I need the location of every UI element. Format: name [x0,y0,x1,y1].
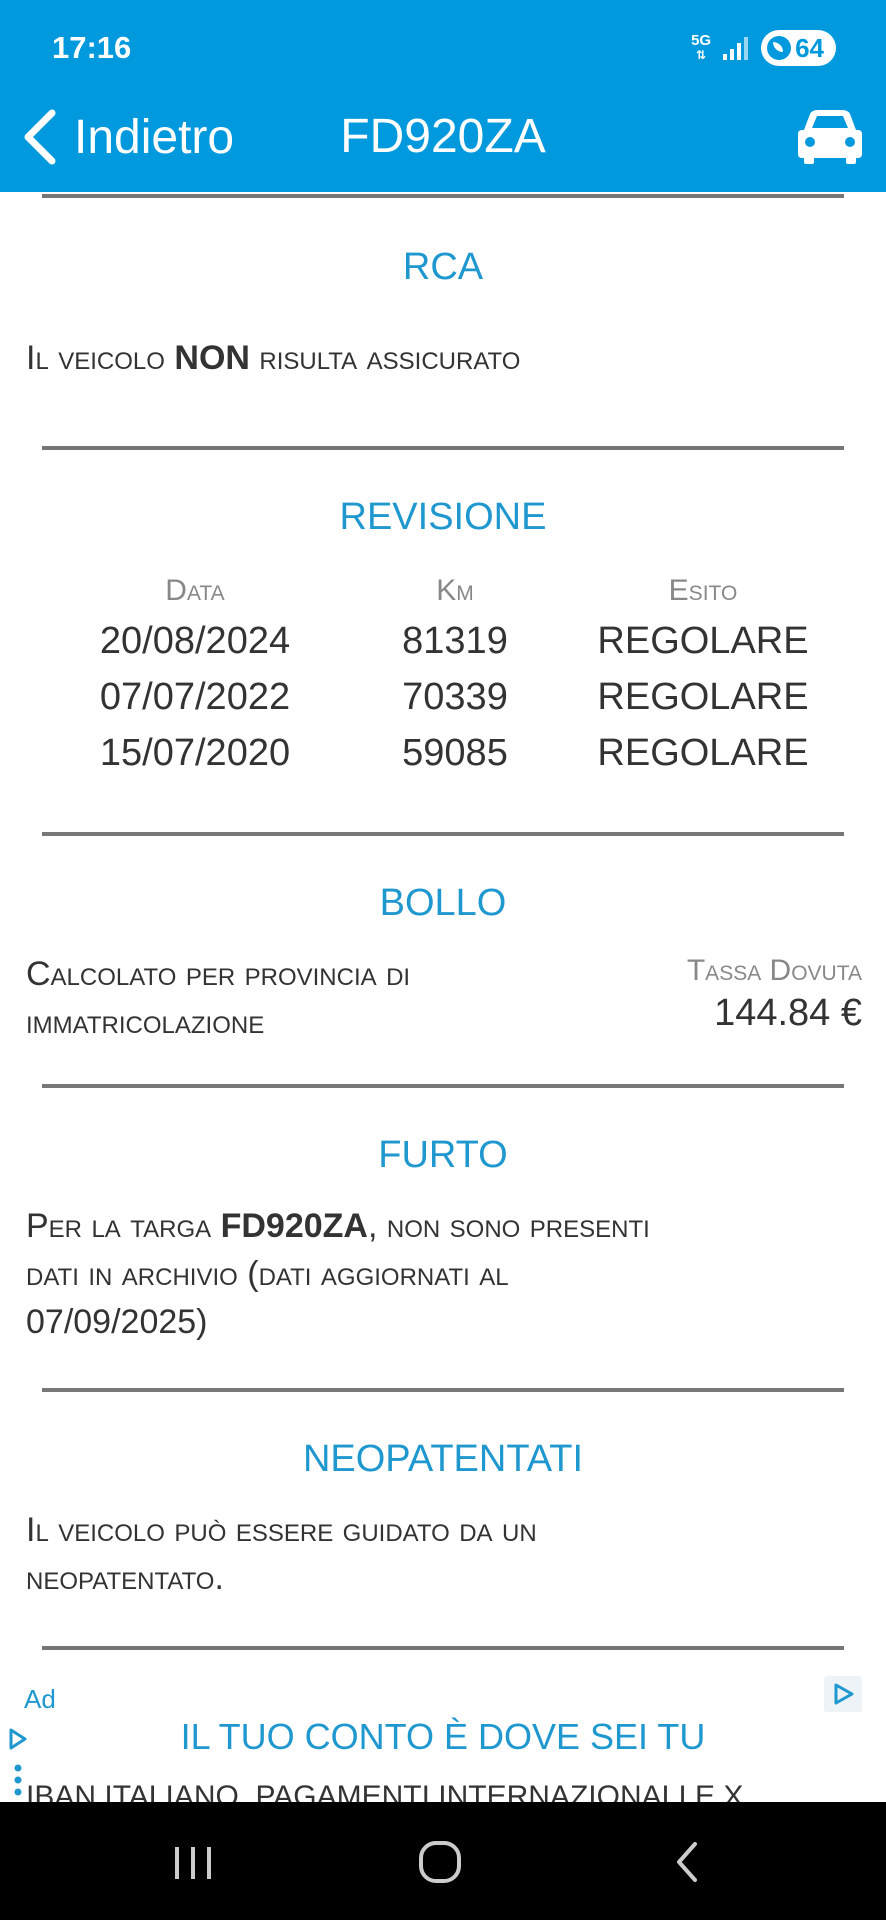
car-icon[interactable] [796,106,864,166]
revisione-esito: REGOLARE [597,676,809,718]
revisione-date: 15/07/2020 [99,732,291,774]
ad-title[interactable]: IL TUO CONTO È DOVE SEI TU [0,1716,886,1758]
back-label: Indietro [74,110,235,164]
tax-value: 144.84 € [714,992,862,1034]
furto-text-after: , non sono presenti [367,1207,650,1245]
section-title-neopatentati: NEOPATENTATI [302,1438,584,1480]
section-title-rca: RCA [402,246,484,288]
furto-plate: FD920ZA [220,1207,368,1245]
table-row: 15/07/2020 59085 REGOLARE [0,732,886,782]
revisione-esito: REGOLARE [597,620,809,662]
ad-choices-icon[interactable] [824,1676,862,1712]
signal-icon [723,37,749,60]
neopatentati-description: Il veicolo può essere guidato da un neop… [26,1506,866,1602]
tax-label: Tassa Dovuta [686,954,862,987]
furto-text-before: Per la targa [26,1207,221,1245]
rca-status-text: Il veicolo NON risulta assicurato [26,334,520,382]
vehicle-report: RCA Il veicolo NON risulta assicurato RE… [0,192,886,1800]
app-header: 17:16 5G ⇅ 64 Indietro FD920ZA [0,0,886,192]
revisione-date: 20/08/2024 [99,620,291,662]
network-5g-icon: 5G ⇅ [691,32,712,62]
rca-text-before: Il veicolo [26,339,175,377]
table-row: 07/07/2022 70339 REGOLARE [0,676,886,726]
revisione-esito: REGOLARE [597,732,809,774]
furto-text-line3: 07/09/2025) [26,1303,208,1341]
section-title-bollo: BOLLO [379,882,507,924]
neopatentati-text-line1: Il veicolo può essere guidato da un [26,1511,537,1549]
section-divider [42,832,844,836]
revisione-table-header: Data Km Esito [0,574,886,624]
column-header-data: Data [165,574,225,607]
bollo-description: Calcolato per provincia di immatricolazi… [26,950,546,1046]
back-nav-icon[interactable] [643,1832,733,1892]
bollo-text-line1: Calcolato per provincia di [26,955,411,993]
ad-label: Ad [24,1684,56,1714]
ad-subtitle: IBAN ITALIANO, PAGAMENTI INTERNAZIONALI … [26,1780,744,1802]
chevron-left-icon [24,109,56,165]
system-nav-bar [0,1802,886,1920]
revisione-date: 07/07/2022 [99,676,291,718]
section-divider [42,194,844,198]
section-divider [42,1646,844,1650]
home-icon[interactable] [395,1832,485,1892]
battery-saver-icon [767,36,792,60]
back-button[interactable]: Indietro [18,104,234,170]
section-divider [42,446,844,450]
status-icons: 5G ⇅ 64 [691,30,836,66]
section-title-revisione: REVISIONE [339,496,547,538]
furto-text-line1: Per la targa FD920ZA, non sono presenti [26,1202,866,1250]
adchoices-triangle-icon [834,1683,854,1705]
furto-text-line2: dati in archivio (dati aggiornati al [26,1255,509,1293]
ad-banner[interactable]: Ad IL TUO CONTO È DOVE SEI TU IBAN ITALI… [0,1668,886,1802]
section-divider [42,1084,844,1088]
section-divider [42,1388,844,1392]
status-time: 17:16 [52,30,132,65]
column-header-esito: Esito [668,574,738,607]
rca-text-after: risulta assicurato [249,339,521,377]
bollo-text-line2: immatricolazione [26,1003,265,1041]
recent-apps-icon[interactable] [148,1832,238,1892]
table-row: 20/08/2024 81319 REGOLARE [0,620,886,670]
neopatentati-text-line2: neopatentato. [26,1559,224,1597]
battery-indicator: 64 [761,30,836,66]
rca-text-bold: NON [174,339,250,377]
battery-level: 64 [795,32,824,63]
network-label: 5G [691,32,712,49]
furto-description: Per la targa FD920ZA, non sono presenti … [26,1202,866,1346]
section-title-furto: FURTO [378,1134,508,1176]
